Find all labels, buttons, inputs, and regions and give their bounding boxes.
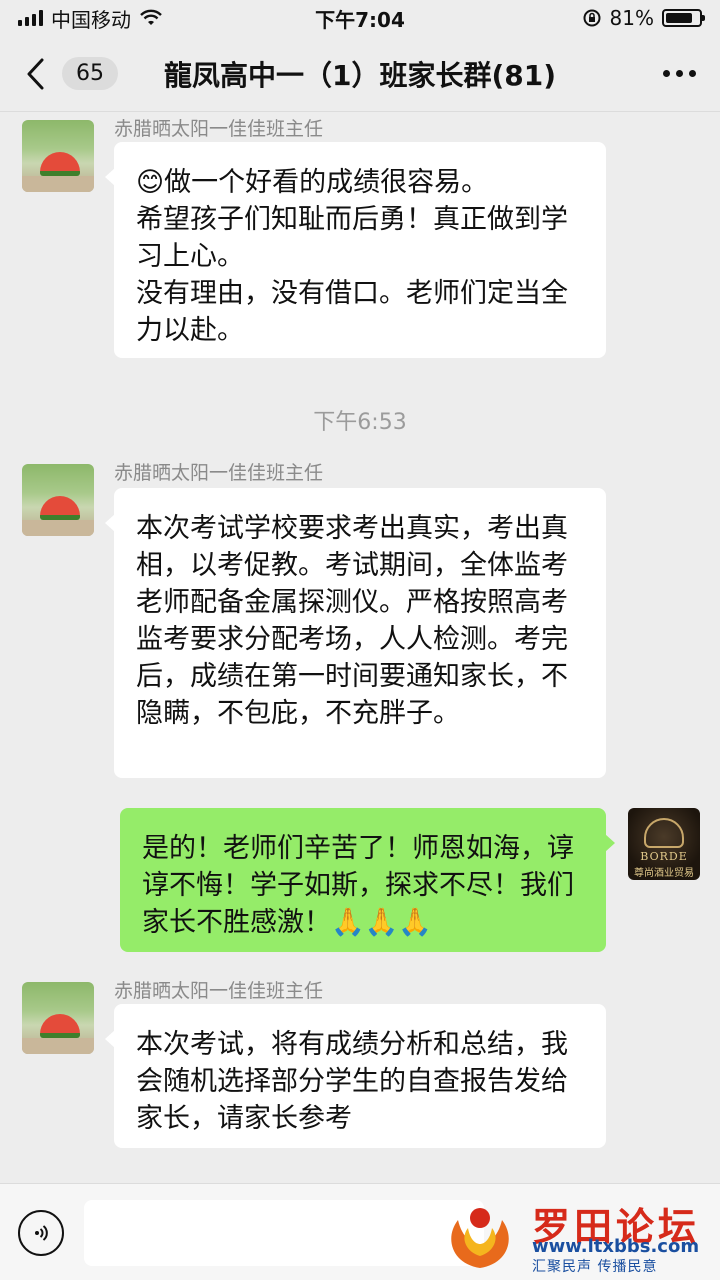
avatar-brand-cn: 尊尚酒业贸易 [634,868,694,879]
status-bar: 中国移动 下午7:04 81% [0,0,720,36]
message-text: 本次考试学校要求考出真实，考出真相，以考促教。考试期间，全体监考老师配备金属探测… [136,513,568,729]
sender-name: 赤腊晒太阳一佳佳班主任 [114,462,324,484]
message-text: 本次考试，将有成绩分析和总结，我会随机选择部分学生的自查报告发给家长，请家长参考 [136,1029,568,1134]
nav-left: 65 [20,54,118,94]
pray-emoji-icon: 🙏🙏🙏 [331,907,432,938]
more-button[interactable] [659,60,700,87]
more-dot [676,70,683,77]
battery-icon [662,9,705,27]
battery-percent: 81% [609,6,654,30]
orientation-lock-icon [583,9,601,27]
avatar-brand: BORDE [640,850,688,863]
more-dot [689,70,696,77]
teacher-avatar[interactable] [22,120,94,192]
message-bubble-self[interactable]: 是的！老师们辛苦了！师恩如海，谆谆不悔！学子如斯，探求不尽！我们家长不胜感激！🙏… [120,808,615,952]
sender-name: 赤腊晒太阳一佳佳班主任 [114,118,324,140]
message-bubble[interactable]: 😊做一个好看的成绩很容易。 希望孩子们知耻而后勇！真正做到学习上心。 没有理由，… [105,142,606,358]
message-input[interactable] [84,1200,484,1266]
sender-name: 赤腊晒太阳一佳佳班主任 [114,980,324,1002]
nav-bar: 65 龍凤高中一（1）班家长群(81) [0,36,720,112]
self-avatar[interactable]: BORDE 尊尚酒业贸易 [628,808,700,880]
avatar-watermelon [40,496,80,520]
teacher-avatar[interactable] [22,464,94,536]
avatar-watermelon [40,152,80,176]
voice-button[interactable] [18,1210,64,1256]
unread-count-badge[interactable]: 65 [62,57,118,90]
signal-icon [18,10,43,26]
status-left: 中国移动 [18,4,163,33]
avatar-table [22,520,94,536]
smile-emoji-icon: 😊 [136,167,165,198]
phoenix-logo-icon [451,1208,509,1268]
message-bubble[interactable]: 本次考试，将有成绩分析和总结，我会随机选择部分学生的自查报告发给家长，请家长参考 [105,1004,606,1148]
battery-fill [666,13,692,23]
teacher-avatar[interactable] [22,982,94,1054]
message-text: 做一个好看的成绩很容易。 希望孩子们知耻而后勇！真正做到学习上心。 没有理由，没… [136,167,568,346]
time-separator: 下午6:53 [313,410,407,435]
wifi-icon [140,9,162,25]
watermark-slogan: 汇聚民声 传播民意 [532,1259,658,1275]
voice-icon [35,1225,48,1241]
carrier-label: 中国移动 [51,7,131,32]
back-button[interactable] [20,54,50,94]
chevron-left-icon [27,58,44,89]
watermark-url: www.ltxbbs.com [532,1236,700,1257]
status-right: 81% [582,6,705,30]
avatar-table [22,176,94,192]
crest-icon [644,818,684,848]
forum-watermark: 罗田论坛 www.ltxbbs.com 汇聚民声 传播民意 [440,1196,710,1276]
avatar-table [22,1038,94,1054]
more-dots-icon [663,70,670,77]
avatar-watermelon [40,1014,80,1038]
message-bubble[interactable]: 本次考试学校要求考出真实，考出真相，以考促教。考试期间，全体监考老师配备金属探测… [105,488,606,778]
